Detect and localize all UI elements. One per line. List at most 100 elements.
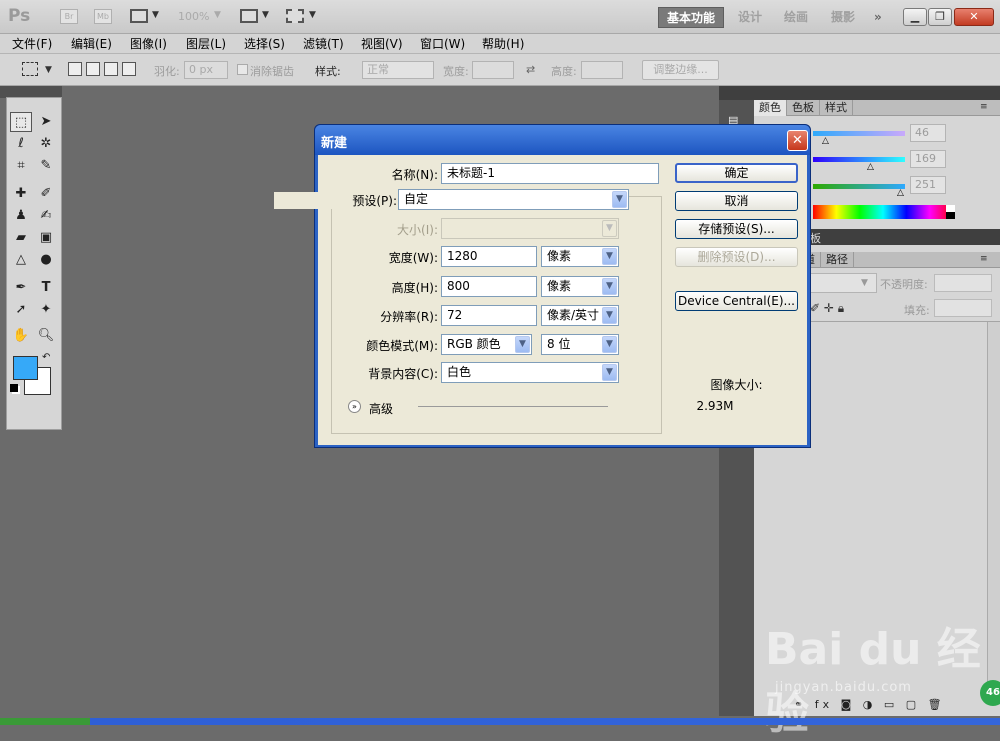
spectrum-black[interactable] [946,212,955,219]
history-brush-icon[interactable]: ✍ [35,206,57,226]
background-select[interactable]: 白色 ▼ [441,362,619,383]
panel-menu-icon[interactable]: ≡ [980,102,988,112]
custom-shape-icon[interactable]: ✦ [35,300,57,320]
resolution-input[interactable]: 72 [441,305,537,326]
gradient-tool-icon[interactable]: ▣ [35,228,57,248]
color-spectrum-bar[interactable] [813,205,953,219]
bit-depth-select[interactable]: 8 位 ▼ [541,334,619,355]
menu-layer[interactable]: 图层(L) [186,36,226,52]
screen-mode-icon[interactable] [286,9,304,23]
dialog-close-button[interactable]: ✕ [787,130,808,151]
red-value-input[interactable]: 46 [910,124,946,142]
close-button[interactable]: ✕ [954,8,994,26]
chevron-down-icon[interactable]: ▼ [262,10,269,20]
more-workspaces-icon[interactable]: » [874,7,882,28]
add-to-selection-icon[interactable] [86,62,100,76]
marquee-tool-icon[interactable] [22,62,38,76]
workspace-painting[interactable]: 绘画 [784,7,808,28]
eyedropper-icon[interactable]: ✎ [35,156,57,176]
refine-edge-button[interactable]: 调整边缘... [642,60,719,80]
rectangular-marquee-icon[interactable]: ⬚ [10,112,32,132]
panel-group-header[interactable] [754,86,1000,100]
menu-file[interactable]: 文件(F) [12,36,52,52]
width-input[interactable]: 1280 [441,246,537,267]
blue-slider-track[interactable] [813,184,905,189]
dodge-tool-icon[interactable]: ● [35,250,57,270]
advanced-label[interactable]: 高级 [369,400,393,417]
default-colors-icon[interactable] [10,384,18,392]
color-mode-select[interactable]: RGB 颜色 ▼ [441,334,532,355]
bridge-icon[interactable]: Br [60,9,78,24]
swap-colors-icon[interactable]: ↶ [42,352,50,363]
menu-select[interactable]: 选择(S) [244,36,285,52]
style-select[interactable]: 正常 [362,61,434,79]
tab-paths[interactable]: 路径 [821,252,854,268]
foreground-color-swatch[interactable] [13,356,38,380]
tab-swatches[interactable]: 色板 [787,100,820,116]
resolution-unit-select[interactable]: 像素/英寸 ▼ [541,305,619,326]
blur-tool-icon[interactable]: △ [10,250,32,270]
new-selection-icon[interactable] [68,62,82,76]
tab-color[interactable]: 颜色 [754,100,787,116]
green-slider-track[interactable] [813,157,905,162]
panel-dock-header[interactable] [719,86,754,100]
clone-stamp-icon[interactable]: ♟ [10,206,32,226]
intersect-selection-icon[interactable] [122,62,136,76]
arrange-documents-icon[interactable] [240,9,258,23]
chevron-down-icon[interactable]: ▼ [45,65,52,75]
antialias-checkbox[interactable] [237,64,248,75]
height-unit-select[interactable]: 像素 ▼ [541,276,619,297]
red-slider-handle[interactable]: △ [822,136,829,146]
chevron-down-icon[interactable]: ▼ [152,10,159,20]
eraser-tool-icon[interactable]: ▰ [10,228,32,248]
workspace-essentials[interactable]: 基本功能 [658,7,725,28]
type-tool-icon[interactable]: T [35,278,57,298]
preset-select[interactable]: 自定 ▼ [398,189,629,210]
delete-preset-button[interactable]: 删除预设(D)... [675,247,798,267]
menu-window[interactable]: 窗口(W) [420,36,465,52]
chevron-down-icon[interactable]: ▼ [214,10,221,20]
blue-slider-handle[interactable]: △ [897,188,904,198]
green-value-input[interactable]: 169 [910,150,946,168]
spectrum-white[interactable] [946,205,955,212]
lasso-tool-icon[interactable]: ℓ [10,134,32,154]
panel-menu-icon[interactable]: ≡ [980,254,988,264]
subtract-selection-icon[interactable] [104,62,118,76]
hand-tool-icon[interactable]: ✋ [10,326,32,346]
menu-filter[interactable]: 滤镜(T) [303,36,344,52]
workspace-photography[interactable]: 摄影 [831,7,855,28]
device-central-button[interactable]: Device Central(E)... [675,291,798,311]
zoom-tool-icon[interactable]: 🔍︎ [35,326,57,346]
zoom-level[interactable]: 100% [178,10,209,23]
lock-pixels-icon[interactable]: ✐ ✛ 🔒︎ [810,301,844,316]
mini-bridge-icon[interactable]: Mb [94,9,112,24]
height-input[interactable]: 800 [441,276,537,297]
restore-button[interactable]: ❐ [928,8,952,26]
magic-wand-icon[interactable]: ✲ [35,134,57,154]
menu-edit[interactable]: 编辑(E) [71,36,112,52]
chevron-down-icon[interactable]: ▼ [309,10,316,20]
swap-icon[interactable]: ⇄ [526,63,535,76]
width-input[interactable] [472,61,514,79]
brush-tool-icon[interactable]: ✐ [35,184,57,204]
fill-input[interactable] [934,299,992,317]
minimize-button[interactable]: ▁ [903,8,927,26]
menu-image[interactable]: 图像(I) [130,36,167,52]
tab-styles[interactable]: 样式 [820,100,853,116]
chevron-down-icon[interactable]: ▼ [861,278,868,288]
width-unit-select[interactable]: 像素 ▼ [541,246,619,267]
pen-tool-icon[interactable]: ✒ [10,278,32,298]
blue-value-input[interactable]: 251 [910,176,946,194]
healing-brush-icon[interactable]: ✚ [10,184,32,204]
crop-tool-icon[interactable]: ⌗ [10,156,32,176]
workspace-design[interactable]: 设计 [738,7,762,28]
menu-view[interactable]: 视图(V) [361,36,403,52]
green-slider-handle[interactable]: △ [867,162,874,172]
save-preset-button[interactable]: 存储预设(S)... [675,219,798,239]
size-select[interactable]: ▼ [441,218,619,239]
cancel-button[interactable]: 取消 [675,191,798,211]
move-tool-icon[interactable]: ➤ [35,112,57,132]
opacity-input[interactable] [934,274,992,292]
adjustments-tab-partial[interactable]: 板 [810,230,821,246]
path-selection-icon[interactable]: ➚ [10,300,32,320]
